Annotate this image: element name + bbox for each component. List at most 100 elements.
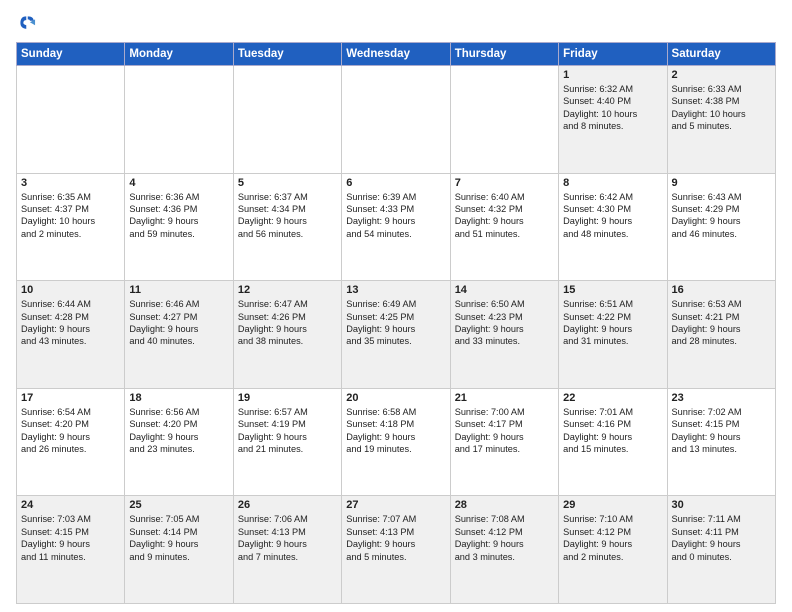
day-number: 30 bbox=[672, 499, 771, 511]
weekday-header-sunday: Sunday bbox=[17, 43, 125, 66]
day-info: Sunrise: 7:05 AM Sunset: 4:14 PM Dayligh… bbox=[129, 513, 228, 563]
day-info: Sunrise: 7:00 AM Sunset: 4:17 PM Dayligh… bbox=[455, 406, 554, 456]
day-number: 24 bbox=[21, 499, 120, 511]
day-info: Sunrise: 6:49 AM Sunset: 4:25 PM Dayligh… bbox=[346, 298, 445, 348]
calendar-cell: 9 Sunrise: 6:43 AM Sunset: 4:29 PM Daylig… bbox=[667, 173, 775, 281]
day-info: Sunrise: 6:56 AM Sunset: 4:20 PM Dayligh… bbox=[129, 406, 228, 456]
day-number: 23 bbox=[672, 392, 771, 404]
calendar-cell: 10 Sunrise: 6:44 AM Sunset: 4:28 PM Dayli… bbox=[17, 281, 125, 389]
day-info: Sunrise: 6:33 AM Sunset: 4:38 PM Dayligh… bbox=[672, 83, 771, 133]
calendar-week-3: 10 Sunrise: 6:44 AM Sunset: 4:28 PM Dayli… bbox=[17, 281, 776, 389]
calendar-cell bbox=[125, 66, 233, 174]
day-number: 5 bbox=[238, 177, 337, 189]
calendar-cell: 18 Sunrise: 6:56 AM Sunset: 4:20 PM Dayli… bbox=[125, 388, 233, 496]
calendar-cell: 23Sunrise: 7:02 AM Sunset: 4:15 PM Dayli… bbox=[667, 388, 775, 496]
weekday-header-friday: Friday bbox=[559, 43, 667, 66]
calendar-cell: 15 Sunrise: 6:51 AM Sunset: 4:22 PM Dayli… bbox=[559, 281, 667, 389]
day-info: Sunrise: 7:01 AM Sunset: 4:16 PM Dayligh… bbox=[563, 406, 662, 456]
calendar-cell: 22 Sunrise: 7:01 AM Sunset: 4:16 PM Dayli… bbox=[559, 388, 667, 496]
calendar-week-1: 1 Sunrise: 6:32 AM Sunset: 4:40 PM Daylig… bbox=[17, 66, 776, 174]
day-info: Sunrise: 6:42 AM Sunset: 4:30 PM Dayligh… bbox=[563, 191, 662, 241]
calendar-cell bbox=[233, 66, 341, 174]
calendar-cell: 13 Sunrise: 6:49 AM Sunset: 4:25 PM Dayli… bbox=[342, 281, 450, 389]
day-number: 11 bbox=[129, 284, 228, 296]
day-number: 26 bbox=[238, 499, 337, 511]
day-info: Sunrise: 7:03 AM Sunset: 4:15 PM Dayligh… bbox=[21, 513, 120, 563]
calendar-table: SundayMondayTuesdayWednesdayThursdayFrid… bbox=[16, 42, 776, 604]
day-number: 1 bbox=[563, 69, 662, 81]
calendar-cell: 29Sunrise: 7:10 AM Sunset: 4:12 PM Dayli… bbox=[559, 496, 667, 604]
day-info: Sunrise: 6:44 AM Sunset: 4:28 PM Dayligh… bbox=[21, 298, 120, 348]
day-number: 16 bbox=[672, 284, 771, 296]
day-info: Sunrise: 6:43 AM Sunset: 4:29 PM Dayligh… bbox=[672, 191, 771, 241]
day-number: 15 bbox=[563, 284, 662, 296]
calendar-cell: 28 Sunrise: 7:08 AM Sunset: 4:12 PM Dayli… bbox=[450, 496, 558, 604]
day-number: 27 bbox=[346, 499, 445, 511]
day-info: Sunrise: 6:57 AM Sunset: 4:19 PM Dayligh… bbox=[238, 406, 337, 456]
weekday-header-row: SundayMondayTuesdayWednesdayThursdayFrid… bbox=[17, 43, 776, 66]
day-number: 3 bbox=[21, 177, 120, 189]
calendar-cell: 25 Sunrise: 7:05 AM Sunset: 4:14 PM Dayli… bbox=[125, 496, 233, 604]
day-info: Sunrise: 7:08 AM Sunset: 4:12 PM Dayligh… bbox=[455, 513, 554, 563]
day-number: 7 bbox=[455, 177, 554, 189]
calendar-cell: 8Sunrise: 6:42 AM Sunset: 4:30 PM Daylig… bbox=[559, 173, 667, 281]
calendar-cell: 30Sunrise: 7:11 AM Sunset: 4:11 PM Dayli… bbox=[667, 496, 775, 604]
day-info: Sunrise: 6:58 AM Sunset: 4:18 PM Dayligh… bbox=[346, 406, 445, 456]
calendar-cell: 21 Sunrise: 7:00 AM Sunset: 4:17 PM Dayli… bbox=[450, 388, 558, 496]
calendar-cell: 6 Sunrise: 6:39 AM Sunset: 4:33 PM Daylig… bbox=[342, 173, 450, 281]
day-info: Sunrise: 6:46 AM Sunset: 4:27 PM Dayligh… bbox=[129, 298, 228, 348]
calendar-cell: 20 Sunrise: 6:58 AM Sunset: 4:18 PM Dayli… bbox=[342, 388, 450, 496]
day-number: 17 bbox=[21, 392, 120, 404]
day-info: Sunrise: 7:07 AM Sunset: 4:13 PM Dayligh… bbox=[346, 513, 445, 563]
day-info: Sunrise: 6:50 AM Sunset: 4:23 PM Dayligh… bbox=[455, 298, 554, 348]
day-number: 2 bbox=[672, 69, 771, 81]
day-number: 12 bbox=[238, 284, 337, 296]
day-number: 10 bbox=[21, 284, 120, 296]
weekday-header-saturday: Saturday bbox=[667, 43, 775, 66]
day-info: Sunrise: 6:51 AM Sunset: 4:22 PM Dayligh… bbox=[563, 298, 662, 348]
day-info: Sunrise: 6:54 AM Sunset: 4:20 PM Dayligh… bbox=[21, 406, 120, 456]
day-number: 13 bbox=[346, 284, 445, 296]
calendar-cell: 26 Sunrise: 7:06 AM Sunset: 4:13 PM Dayli… bbox=[233, 496, 341, 604]
weekday-header-tuesday: Tuesday bbox=[233, 43, 341, 66]
calendar-cell: 4Sunrise: 6:36 AM Sunset: 4:36 PM Daylig… bbox=[125, 173, 233, 281]
day-info: Sunrise: 6:32 AM Sunset: 4:40 PM Dayligh… bbox=[563, 83, 662, 133]
day-number: 6 bbox=[346, 177, 445, 189]
page-header bbox=[16, 12, 776, 34]
calendar-cell bbox=[342, 66, 450, 174]
day-number: 25 bbox=[129, 499, 228, 511]
day-info: Sunrise: 6:53 AM Sunset: 4:21 PM Dayligh… bbox=[672, 298, 771, 348]
weekday-header-monday: Monday bbox=[125, 43, 233, 66]
logo bbox=[16, 12, 40, 34]
day-info: Sunrise: 6:37 AM Sunset: 4:34 PM Dayligh… bbox=[238, 191, 337, 241]
calendar-cell: 19 Sunrise: 6:57 AM Sunset: 4:19 PM Dayli… bbox=[233, 388, 341, 496]
calendar-week-4: 17 Sunrise: 6:54 AM Sunset: 4:20 PM Dayli… bbox=[17, 388, 776, 496]
day-number: 19 bbox=[238, 392, 337, 404]
logo-icon bbox=[16, 12, 38, 34]
day-number: 4 bbox=[129, 177, 228, 189]
calendar-cell: 16 Sunrise: 6:53 AM Sunset: 4:21 PM Dayli… bbox=[667, 281, 775, 389]
day-info: Sunrise: 7:10 AM Sunset: 4:12 PM Dayligh… bbox=[563, 513, 662, 563]
calendar-cell: 14Sunrise: 6:50 AM Sunset: 4:23 PM Dayli… bbox=[450, 281, 558, 389]
day-info: Sunrise: 7:06 AM Sunset: 4:13 PM Dayligh… bbox=[238, 513, 337, 563]
day-number: 9 bbox=[672, 177, 771, 189]
calendar-cell: 11 Sunrise: 6:46 AM Sunset: 4:27 PM Dayli… bbox=[125, 281, 233, 389]
day-info: Sunrise: 6:35 AM Sunset: 4:37 PM Dayligh… bbox=[21, 191, 120, 241]
weekday-header-wednesday: Wednesday bbox=[342, 43, 450, 66]
calendar-cell: 3 Sunrise: 6:35 AM Sunset: 4:37 PM Daylig… bbox=[17, 173, 125, 281]
calendar-cell: 2 Sunrise: 6:33 AM Sunset: 4:38 PM Daylig… bbox=[667, 66, 775, 174]
calendar-cell: 17 Sunrise: 6:54 AM Sunset: 4:20 PM Dayli… bbox=[17, 388, 125, 496]
calendar-cell: 5 Sunrise: 6:37 AM Sunset: 4:34 PM Daylig… bbox=[233, 173, 341, 281]
day-info: Sunrise: 6:39 AM Sunset: 4:33 PM Dayligh… bbox=[346, 191, 445, 241]
day-info: Sunrise: 6:40 AM Sunset: 4:32 PM Dayligh… bbox=[455, 191, 554, 241]
day-number: 18 bbox=[129, 392, 228, 404]
calendar-cell: 27 Sunrise: 7:07 AM Sunset: 4:13 PM Dayli… bbox=[342, 496, 450, 604]
calendar-week-2: 3 Sunrise: 6:35 AM Sunset: 4:37 PM Daylig… bbox=[17, 173, 776, 281]
day-number: 22 bbox=[563, 392, 662, 404]
day-info: Sunrise: 6:47 AM Sunset: 4:26 PM Dayligh… bbox=[238, 298, 337, 348]
day-number: 21 bbox=[455, 392, 554, 404]
day-number: 20 bbox=[346, 392, 445, 404]
calendar-cell: 12 Sunrise: 6:47 AM Sunset: 4:26 PM Dayli… bbox=[233, 281, 341, 389]
calendar-cell: 24 Sunrise: 7:03 AM Sunset: 4:15 PM Dayli… bbox=[17, 496, 125, 604]
day-number: 28 bbox=[455, 499, 554, 511]
